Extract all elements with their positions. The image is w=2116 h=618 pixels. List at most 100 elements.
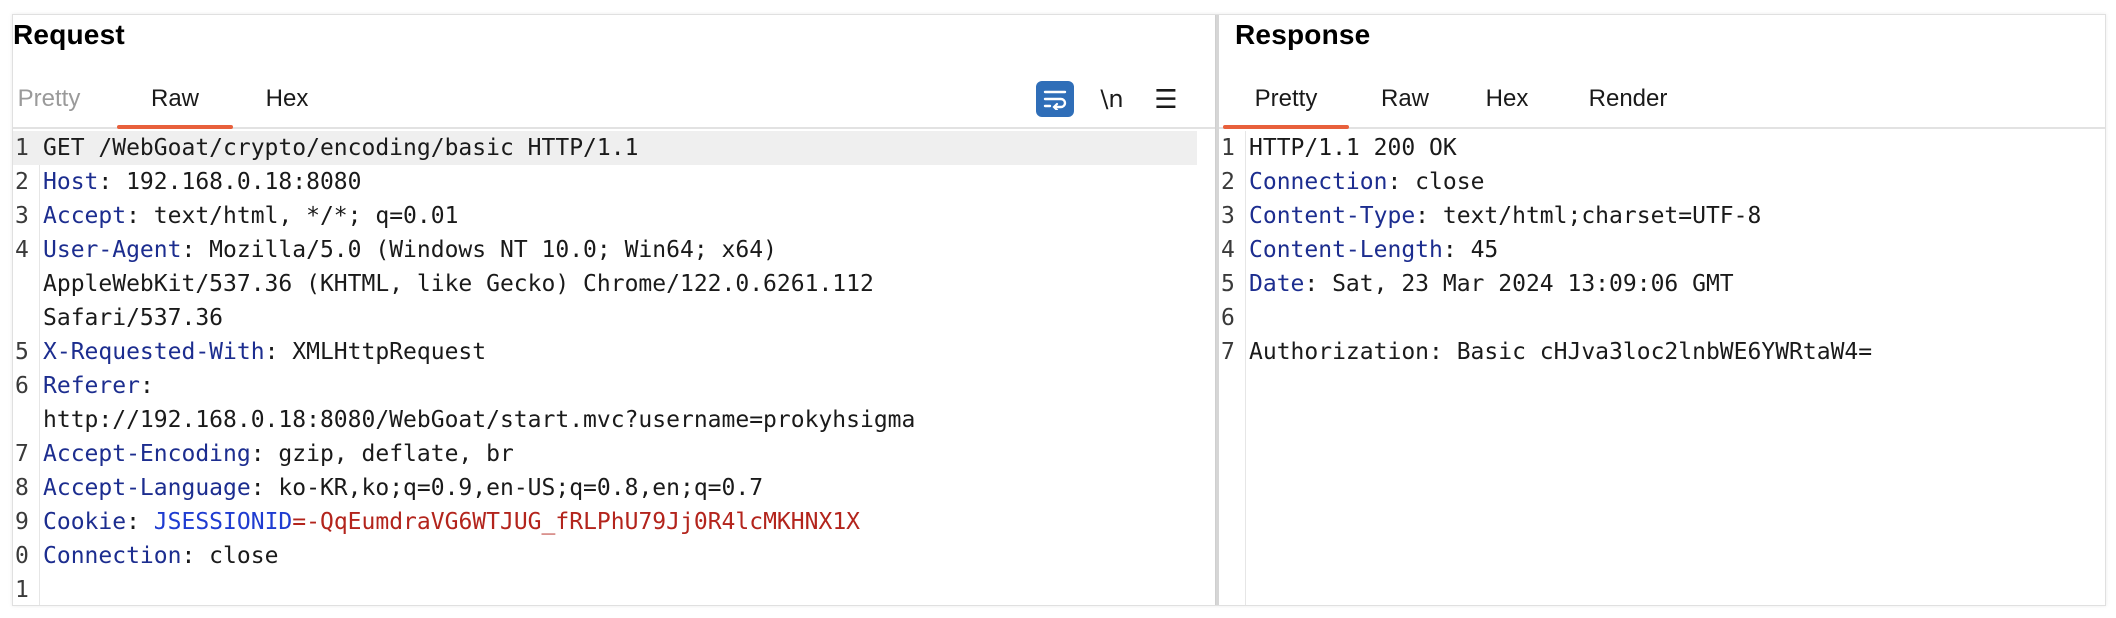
header-name: Content-Length <box>1249 237 1443 263</box>
header-name: Referer <box>43 373 140 399</box>
line-text: Accept-Language: ko-KR,ko;q=0.9,en-US;q=… <box>43 471 763 505</box>
header-value: : Mozilla/5.0 (Windows NT 10.0; Win64; x… <box>181 237 777 263</box>
header-value: : text/html;charset=UTF-8 <box>1415 203 1762 229</box>
code-line: 3 Accept: text/html, */*; q=0.01 <box>13 199 1197 233</box>
response-tab-raw[interactable]: Raw <box>1377 71 1433 127</box>
header-name: User-Agent <box>43 237 182 263</box>
header-name: Content-Type <box>1249 203 1416 229</box>
line-number: 2 <box>1221 169 1235 195</box>
response-tab-pretty[interactable]: Pretty <box>1223 71 1349 129</box>
line-number: 6 <box>1221 305 1235 331</box>
code-line: 1 GET /WebGoat/crypto/encoding/basic HTTP… <box>13 131 1197 165</box>
line-text: Connection: close <box>43 539 278 573</box>
line-number: 1 <box>1221 135 1235 161</box>
line-text: Accept: text/html, */*; q=0.01 <box>43 199 458 233</box>
request-tabs: Pretty Raw Hex <box>13 71 1215 129</box>
line-text: Cookie: JSESSIONID=-QqEumdraVG6WTJUG_fRL… <box>43 505 860 539</box>
line-number: 7 <box>15 441 29 467</box>
header-value: : text/html, */*; q=0.01 <box>126 203 459 229</box>
request-tab-hex[interactable]: Hex <box>261 71 313 127</box>
line-text: X-Requested-With: XMLHttpRequest <box>43 335 486 369</box>
response-editor[interactable]: 1 HTTP/1.1 200 OK 2 Connection: close 3 Conte… <box>1219 131 2105 605</box>
line-number: 7 <box>1221 339 1235 365</box>
request-pane: Request Pretty Raw Hex \n ☰ 1 GET /WebGoa… <box>13 15 1215 605</box>
header-value: : 45 <box>1442 237 1499 263</box>
wrapped-continuation: Safari/537.36 <box>43 305 224 331</box>
response-tab-hex[interactable]: Hex <box>1481 71 1533 127</box>
code-line: AppleWebKit/537.36 (KHTML, like Gecko) C… <box>13 267 1197 301</box>
cookie-value: =-QqEumdraVG6WTJUG_fRLPhU79Jj0R4lcMKHNX1… <box>292 509 861 535</box>
line-number: 4 <box>1221 237 1235 263</box>
line-number: 1 <box>15 577 29 603</box>
code-line: 2 Host: 192.168.0.18:8080 <box>13 165 1197 199</box>
code-line: 8 Accept-Language: ko-KR,ko;q=0.9,en-US;q… <box>13 471 1197 505</box>
response-tabs: Pretty Raw Hex Render <box>1219 71 2105 129</box>
header-name: Accept <box>43 203 127 229</box>
line-text: GET /WebGoat/crypto/encoding/basic HTTP/… <box>43 131 638 165</box>
line-number: 0 <box>15 543 29 569</box>
word-wrap-icon <box>1043 90 1067 110</box>
line-text: Date: Sat, 23 Mar 2024 13:09:06 GMT <box>1249 267 1734 301</box>
line-text: http://192.168.0.18:8080/WebGoat/start.m… <box>43 403 915 437</box>
code-line: 6 Referer: <box>13 369 1197 403</box>
line-number: 3 <box>15 203 29 229</box>
word-wrap-button[interactable] <box>1036 81 1074 117</box>
message-editor-frame: Request Pretty Raw Hex \n ☰ 1 GET /WebGoa… <box>12 14 2106 606</box>
line-text: Connection: close <box>1249 165 1484 199</box>
code-line: 1 HTTP/1.1 200 OK <box>1219 131 2087 165</box>
header-name: X-Requested-With <box>43 339 265 365</box>
line-text: Content-Type: text/html;charset=UTF-8 <box>1249 199 1761 233</box>
line-number: 9 <box>15 509 29 535</box>
line-text: Referer: <box>43 369 154 403</box>
line-text: AppleWebKit/537.36 (KHTML, like Gecko) C… <box>43 267 874 301</box>
line-text: Host: 192.168.0.18:8080 <box>43 165 362 199</box>
code-line: 5 Date: Sat, 23 Mar 2024 13:09:06 GMT <box>1219 267 2087 301</box>
line-number: 4 <box>15 237 29 263</box>
request-editor[interactable]: 1 GET /WebGoat/crypto/encoding/basic HTTP… <box>13 131 1215 605</box>
header-value: : 192.168.0.18:8080 <box>98 169 362 195</box>
code-line: http://192.168.0.18:8080/WebGoat/start.m… <box>13 403 1197 437</box>
line-text: Authorization: Basic cHJva3loc2lnbWE6YWR… <box>1249 335 1872 369</box>
wrapped-continuation: AppleWebKit/537.36 (KHTML, like Gecko) C… <box>43 271 874 297</box>
line-text: Safari/537.36 <box>43 301 223 335</box>
line-number: 8 <box>15 475 29 501</box>
hamburger-menu-icon[interactable]: ☰ <box>1147 81 1185 117</box>
code-line: 6 <box>1219 301 2087 335</box>
line-number: 1 <box>15 135 29 161</box>
request-tab-raw[interactable]: Raw <box>117 71 233 129</box>
header-value: : <box>139 373 154 399</box>
code-line: 1 <box>13 573 1197 605</box>
code-line: 7 Accept-Encoding: gzip, deflate, br <box>13 437 1197 471</box>
show-newlines-button[interactable]: \n <box>1093 81 1131 117</box>
header-value: : close <box>181 543 279 569</box>
code-line: 2 Connection: close <box>1219 165 2087 199</box>
header-name: Host <box>43 169 99 195</box>
header-name: Date <box>1249 271 1305 297</box>
code-line: 5 X-Requested-With: XMLHttpRequest <box>13 335 1197 369</box>
request-title: Request <box>13 19 125 50</box>
wrapped-continuation: http://192.168.0.18:8080/WebGoat/start.m… <box>43 407 916 433</box>
line-number: 5 <box>15 339 29 365</box>
code-line: 7 Authorization: Basic cHJva3loc2lnbWE6YW… <box>1219 335 2087 369</box>
line-number: 5 <box>1221 271 1235 297</box>
line-number: 2 <box>15 169 29 195</box>
response-tab-render[interactable]: Render <box>1585 71 1671 127</box>
code-line: Safari/537.36 <box>13 301 1197 335</box>
response-title: Response <box>1235 19 1371 50</box>
header-value: : close <box>1387 169 1485 195</box>
line-content: GET /WebGoat/crypto/encoding/basic HTTP/… <box>43 135 639 161</box>
code-line: 4 Content-Length: 45 <box>1219 233 2087 267</box>
header-value: : <box>126 509 154 535</box>
header-value: : XMLHttpRequest <box>264 339 487 365</box>
header-name: Connection <box>1249 169 1388 195</box>
line-number: 6 <box>15 373 29 399</box>
code-line: 0 Connection: close <box>13 539 1197 573</box>
line-content: HTTP/1.1 200 OK <box>1249 135 1457 161</box>
line-number: 3 <box>1221 203 1235 229</box>
request-tab-pretty[interactable]: Pretty <box>17 71 81 127</box>
code-line: 3 Content-Type: text/html;charset=UTF-8 <box>1219 199 2087 233</box>
line-content: Authorization: Basic cHJva3loc2lnbWE6YWR… <box>1249 339 1873 365</box>
code-line: 4 User-Agent: Mozilla/5.0 (Windows NT 10.… <box>13 233 1197 267</box>
header-name: Cookie <box>43 509 127 535</box>
line-text: User-Agent: Mozilla/5.0 (Windows NT 10.0… <box>43 233 777 267</box>
